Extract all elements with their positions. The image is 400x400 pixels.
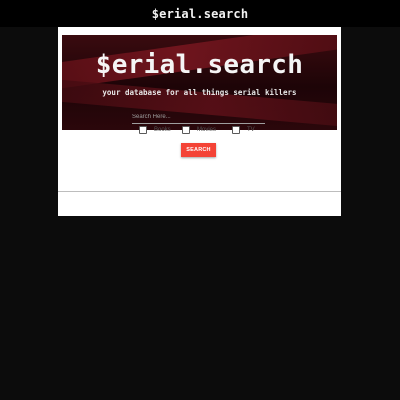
books-label: Books: [154, 127, 171, 133]
top-nav-bar: $erial.search: [0, 0, 400, 27]
filter-tv[interactable]: TV: [232, 126, 255, 134]
tv-checkbox[interactable]: [232, 126, 240, 134]
filter-checkbox-group: Books Movies TV: [0, 126, 400, 136]
banner-title: $erial.search: [95, 50, 304, 80]
search-button[interactable]: SEARCH: [181, 143, 216, 157]
tv-label: TV: [247, 127, 255, 133]
filter-movies[interactable]: Movies: [182, 126, 216, 134]
movies-label: Movies: [197, 127, 217, 133]
movies-checkbox[interactable]: [182, 126, 190, 134]
books-checkbox[interactable]: [139, 126, 147, 134]
search-input[interactable]: [132, 110, 265, 124]
card-divider: [58, 191, 341, 192]
filter-books[interactable]: Books: [139, 126, 171, 134]
banner-subtitle: your database for all things serial kill…: [102, 88, 297, 97]
nav-brand-logo[interactable]: $erial.search: [152, 7, 249, 21]
